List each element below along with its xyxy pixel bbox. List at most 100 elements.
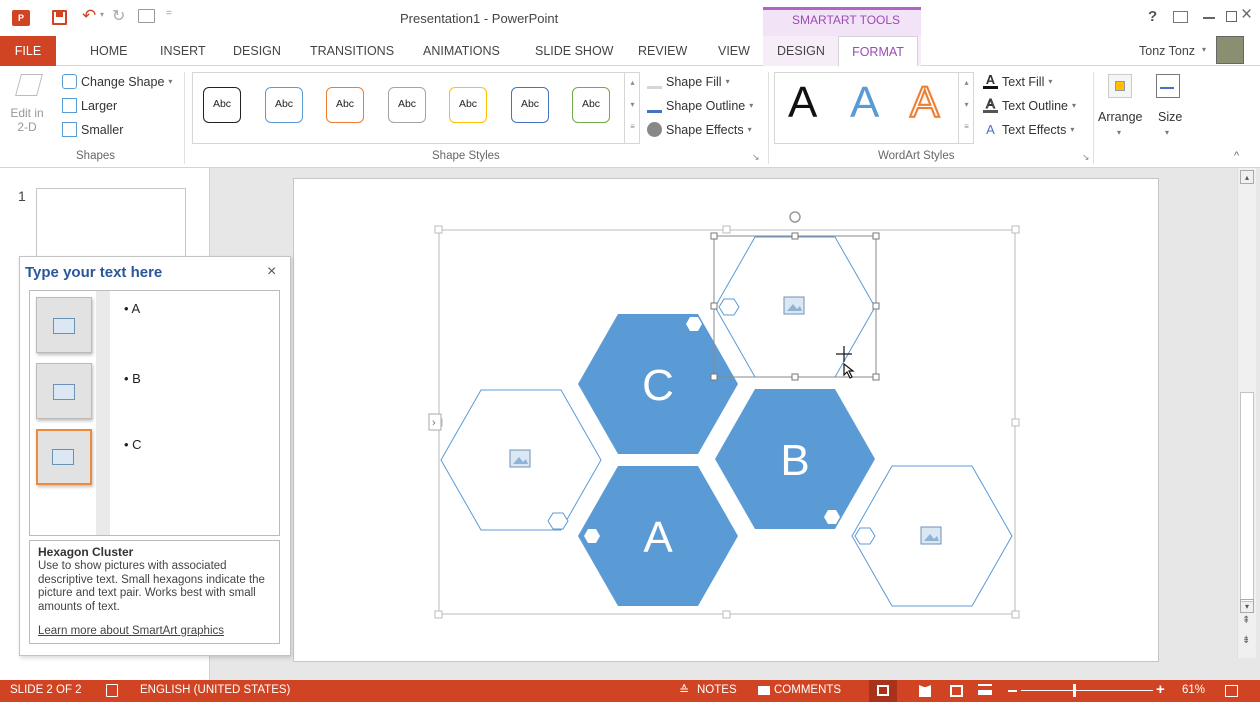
tab-review[interactable]: REVIEW (638, 44, 687, 58)
larger-icon (62, 98, 77, 113)
zoom-level[interactable]: 61% (1182, 684, 1205, 696)
shape-style-4[interactable]: Abc (388, 87, 426, 123)
ribbon-display-options-icon[interactable] (1173, 11, 1188, 23)
tab-file[interactable]: FILE (0, 36, 56, 66)
user-dropdown-icon[interactable]: ▾ (1202, 45, 1206, 54)
slide-indicator[interactable]: SLIDE 2 OF 2 (10, 684, 82, 696)
rotate-handle-icon[interactable] (789, 211, 801, 223)
slide-show-icon[interactable] (978, 684, 992, 695)
picture-thumbnail-b[interactable] (36, 363, 92, 419)
spell-check-icon[interactable] (106, 684, 118, 697)
shape-outline-button[interactable]: Shape Outline ▾ (647, 98, 753, 113)
size-dropdown-icon[interactable]: ▾ (1165, 128, 1169, 137)
zoom-slider-thumb[interactable] (1073, 684, 1076, 697)
fit-slide-icon[interactable] (1225, 685, 1238, 697)
text-item-a[interactable]: • A (124, 301, 140, 316)
shapes-group-label: Shapes (76, 150, 116, 162)
tab-smartart-design[interactable]: DESIGN (777, 44, 825, 58)
size-button[interactable]: Size (1158, 110, 1182, 124)
avatar[interactable] (1216, 36, 1244, 64)
wordart-style-orange[interactable]: A (909, 77, 940, 128)
shape-fill-button[interactable]: Shape Fill ▾ (647, 74, 730, 89)
gallery-scroll[interactable]: ▴ ▾ ≡ (624, 72, 640, 144)
normal-view-icon[interactable] (869, 680, 897, 702)
edit-in-2d-icon (15, 74, 43, 96)
zoom-in-icon[interactable]: + (1156, 681, 1165, 698)
shape-style-6[interactable]: Abc (511, 87, 549, 123)
shape-style-1[interactable]: Abc (203, 87, 241, 123)
larger-button[interactable]: Larger (62, 98, 117, 113)
text-item-c[interactable]: • C (124, 437, 142, 452)
comments-button[interactable]: COMMENTS (774, 684, 841, 696)
picture-placeholder-icon[interactable] (783, 296, 805, 315)
shape-style-7[interactable]: Abc (572, 87, 610, 123)
maximize-icon[interactable] (1226, 11, 1237, 22)
start-from-beginning-icon[interactable] (138, 9, 155, 23)
ribbon-tabs: FILE HOME INSERT DESIGN TRANSITIONS ANIM… (0, 36, 1260, 67)
undo-dropdown-icon[interactable]: ▾ (100, 10, 104, 19)
smaller-button[interactable]: Smaller (62, 122, 123, 137)
help-icon[interactable]: ? (1148, 8, 1157, 25)
arrange-dropdown-icon[interactable]: ▾ (1117, 128, 1121, 137)
customize-qat-icon[interactable]: = (166, 8, 172, 19)
wordart-style-blue[interactable]: A (850, 78, 879, 128)
scroll-down-icon[interactable]: ▾ (1240, 599, 1254, 613)
user-name[interactable]: Tonz Tonz (1139, 44, 1195, 58)
next-slide-icon[interactable]: ⇟ (1242, 635, 1250, 646)
hexagon-label-b: B (780, 436, 809, 485)
smartart-graphic[interactable]: › C B A (294, 179, 1160, 663)
close-window-icon[interactable]: × (1241, 4, 1252, 26)
wordart-style-black[interactable]: A (788, 78, 817, 128)
shape-styles-group-label: Shape Styles (432, 150, 500, 162)
tab-slide-show[interactable]: SLIDE SHOW (535, 44, 614, 58)
text-outline-button[interactable]: A Text Outline ▾ (983, 97, 1076, 113)
zoom-out-icon[interactable] (1008, 690, 1017, 692)
shape-style-2[interactable]: Abc (265, 87, 303, 123)
slide-thumbnail-number: 1 (18, 188, 26, 204)
text-item-b[interactable]: • B (124, 371, 141, 386)
paint-bucket-icon (647, 74, 662, 89)
reading-view-icon[interactable] (950, 685, 963, 697)
change-shape-button[interactable]: Change Shape ▾ (62, 74, 172, 89)
text-fill-button[interactable]: A Text Fill ▾ (983, 73, 1052, 89)
shape-style-3[interactable]: Abc (326, 87, 364, 123)
picture-placeholder-icon[interactable] (920, 526, 942, 545)
text-pane-close-icon[interactable]: × (267, 263, 276, 281)
shape-style-5[interactable]: Abc (449, 87, 487, 123)
tab-view[interactable]: VIEW (718, 44, 750, 58)
scroll-thumb[interactable] (1240, 392, 1254, 602)
scroll-up-icon[interactable]: ▴ (1240, 170, 1254, 184)
notes-icon[interactable]: ≙ (679, 683, 689, 697)
redo-icon[interactable]: ↻ (112, 6, 125, 26)
tab-insert[interactable]: INSERT (160, 44, 206, 58)
notes-button[interactable]: NOTES (697, 684, 737, 696)
text-pane-toggle-arrow: › (432, 417, 436, 429)
tab-smartart-format[interactable]: FORMAT (838, 36, 918, 67)
learn-more-link[interactable]: Learn more about SmartArt graphics (38, 625, 224, 637)
slide-sorter-icon[interactable] (919, 685, 931, 697)
language-indicator[interactable]: ENGLISH (UNITED STATES) (140, 684, 290, 696)
picture-thumbnail-c[interactable] (36, 429, 92, 485)
shape-effects-button[interactable]: Shape Effects ▾ (647, 122, 752, 137)
text-effects-button[interactable]: A Text Effects ▾ (983, 122, 1074, 137)
vertical-scrollbar[interactable]: ▴ ▾ ⇞ ⇟ (1237, 168, 1256, 658)
tab-transitions[interactable]: TRANSITIONS (310, 44, 394, 58)
picture-placeholder-icon[interactable] (509, 449, 531, 468)
wordart-gallery-scroll[interactable]: ▴ ▾ ≡ (958, 72, 974, 144)
previous-slide-icon[interactable]: ⇞ (1242, 615, 1250, 626)
tab-design[interactable]: DESIGN (233, 44, 281, 58)
wordart-launcher-icon[interactable]: ↘ (1082, 152, 1090, 163)
zoom-slider-track[interactable] (1021, 690, 1153, 691)
tab-home[interactable]: HOME (90, 44, 128, 58)
collapse-ribbon-icon[interactable]: ^ (1234, 150, 1239, 162)
picture-thumbnail-a[interactable] (36, 297, 92, 353)
edit-in-2d-button[interactable]: Edit in 2-D (10, 106, 44, 134)
slide-canvas[interactable]: › C B A (293, 178, 1159, 662)
arrange-button[interactable]: Arrange (1098, 110, 1142, 124)
comments-icon[interactable] (758, 686, 770, 695)
tab-animations[interactable]: ANIMATIONS (423, 44, 500, 58)
undo-icon[interactable]: ↶ (82, 6, 96, 26)
save-icon[interactable] (52, 10, 67, 25)
shape-styles-launcher-icon[interactable]: ↘ (752, 152, 760, 163)
minimize-icon[interactable] (1203, 17, 1215, 19)
